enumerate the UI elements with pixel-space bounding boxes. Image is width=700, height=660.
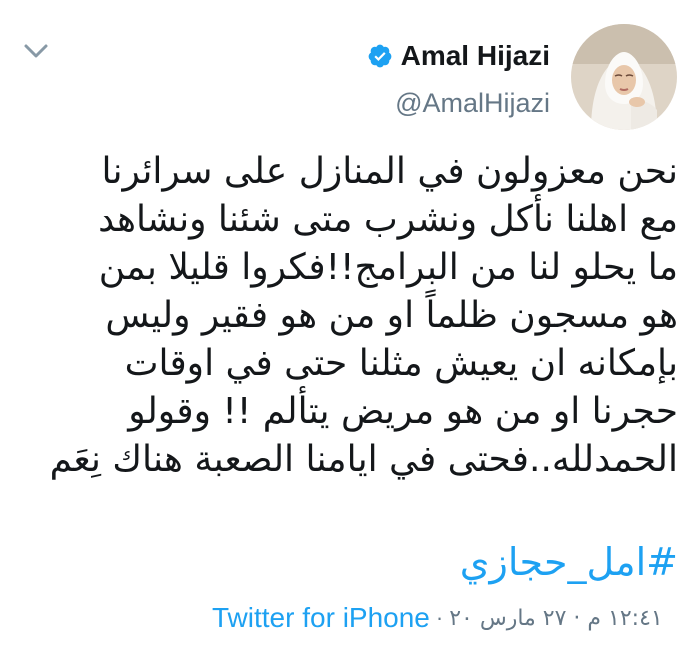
author-name-row[interactable]: Amal Hijazi <box>367 40 550 72</box>
hashtag-link[interactable]: #امل_حجازي <box>460 537 678 587</box>
tweet-meta: Twitter for iPhone · ١٢:٤١ م · ٢٧ مارس ٢… <box>212 598 663 638</box>
tweet-text-line: مع اهلنا نأكل ونشرب متى شئنا ونشاهد <box>98 199 678 240</box>
tweet-text: نحن معزولون في المنازل على سرائرنا مع اه… <box>18 148 678 484</box>
user-handle[interactable]: @AmalHijazi <box>395 88 550 119</box>
tweet-text-line: ما يحلو لنا من البرامج!!فكروا قليلا بمن <box>98 247 678 288</box>
profile-photo <box>571 24 677 130</box>
tweet-text-line: نحن معزولون في المنازل على سرائرنا <box>101 151 678 192</box>
tweet-text-line: الحمدلله..فحتى في ايامنا الصعبة هناك نِع… <box>49 439 678 480</box>
verified-badge-icon <box>368 44 391 68</box>
timestamp[interactable]: ١٢:٤١ م · ٢٧ مارس ٢٠ <box>449 606 663 631</box>
source-app-link[interactable]: Twitter for iPhone <box>212 602 430 634</box>
tweet-card: Amal Hijazi @AmalHijazi نحن معزولون في ا… <box>0 0 700 660</box>
meta-separator: · <box>435 605 444 630</box>
display-name[interactable]: Amal Hijazi <box>401 40 550 72</box>
chevron-down-icon[interactable] <box>22 40 50 62</box>
tweet-text-line: بإمكانه ان يعيش مثلنا حتى في اوقات <box>124 343 678 384</box>
tweet-text-line: حجرنا او من هو مريض يتألم !! وقولو <box>128 391 678 432</box>
tweet-text-line: هو مسجون ظلماً او من هو فقير وليس <box>105 295 678 336</box>
avatar[interactable] <box>571 24 677 130</box>
